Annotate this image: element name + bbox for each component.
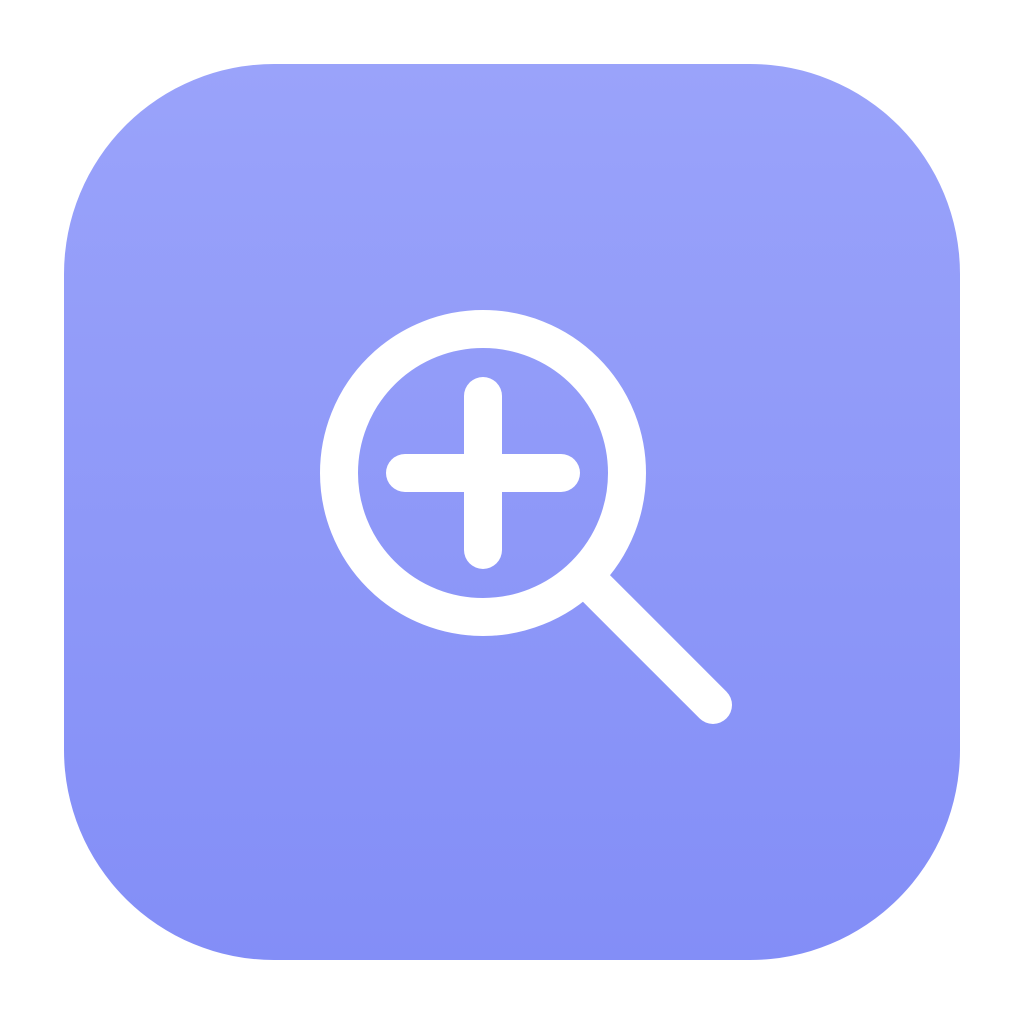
tile-background [64,64,960,960]
zoom-in-icon [64,64,960,960]
icon-canvas [0,0,1024,1024]
app-icon-tile[interactable] [64,64,960,960]
